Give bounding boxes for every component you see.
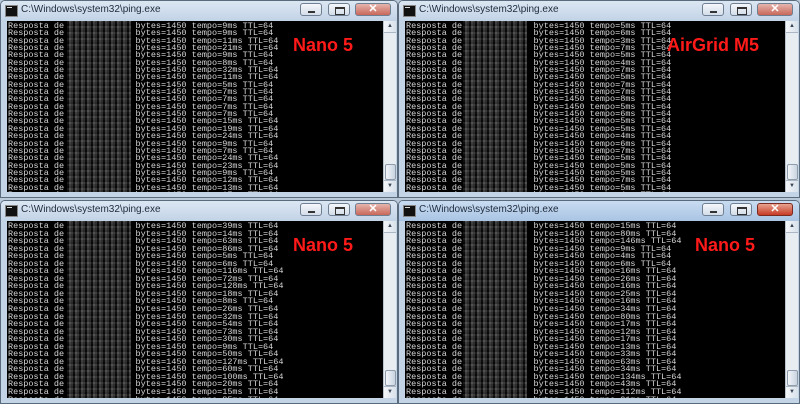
window-title: C:\Windows\system32\ping.exe (419, 204, 559, 215)
window-title: C:\Windows\system32\ping.exe (21, 204, 161, 215)
scrollbar-thumb[interactable] (787, 370, 798, 386)
window-titlebar[interactable]: C:\Windows\system32\ping.exe ✕ (1, 201, 397, 221)
console-icon (403, 205, 416, 217)
close-button[interactable]: ✕ (355, 3, 391, 16)
scrollbar-thumb[interactable] (787, 164, 798, 180)
minimize-button[interactable] (702, 3, 725, 16)
ping-window[interactable]: C:\Windows\system32\ping.exe ✕ Resposta … (0, 0, 398, 198)
close-icon: ✕ (770, 203, 780, 215)
close-icon: ✕ (368, 203, 378, 215)
vertical-scrollbar[interactable]: ▲ ▼ (785, 221, 798, 398)
maximize-button[interactable] (327, 3, 350, 16)
console-output[interactable]: Resposta de bytes=1450 tempo=9ms TTL=64 … (7, 21, 383, 192)
device-label: AirGrid M5 (666, 35, 759, 55)
scrollbar-thumb[interactable] (385, 164, 396, 180)
window-controls: ✕ (701, 203, 793, 218)
window-titlebar[interactable]: C:\Windows\system32\ping.exe ✕ (1, 1, 397, 21)
maximize-button[interactable] (729, 3, 752, 16)
scroll-down-arrow-icon[interactable]: ▼ (384, 386, 396, 398)
scroll-up-arrow-icon[interactable]: ▲ (786, 21, 798, 33)
window-titlebar[interactable]: C:\Windows\system32\ping.exe ✕ (399, 201, 799, 221)
redacted-ip-mask (463, 221, 527, 398)
maximize-icon (736, 207, 747, 215)
console-output[interactable]: Resposta de bytes=1450 tempo=5ms TTL=64 … (405, 21, 785, 192)
close-icon: ✕ (368, 3, 378, 15)
close-icon: ✕ (770, 3, 780, 15)
device-label: Nano 5 (292, 35, 353, 55)
device-label: Nano 5 (292, 235, 353, 255)
scroll-down-arrow-icon[interactable]: ▼ (384, 180, 396, 192)
scroll-up-arrow-icon[interactable]: ▲ (384, 221, 396, 233)
maximize-button[interactable] (729, 203, 752, 216)
scroll-down-arrow-icon[interactable]: ▼ (786, 180, 798, 192)
maximize-icon (334, 7, 345, 15)
minimize-button[interactable] (300, 3, 323, 16)
vertical-scrollbar[interactable]: ▲ ▼ (383, 221, 396, 398)
minimize-button[interactable] (702, 203, 725, 216)
scroll-down-arrow-icon[interactable]: ▼ (786, 386, 798, 398)
close-button[interactable]: ✕ (355, 203, 391, 216)
redacted-ip-mask (67, 21, 131, 192)
scroll-up-arrow-icon[interactable]: ▲ (384, 21, 396, 33)
redacted-ip-mask (67, 221, 131, 398)
ping-window[interactable]: C:\Windows\system32\ping.exe ✕ Resposta … (398, 0, 800, 198)
console-output[interactable]: Resposta de bytes=1450 tempo=15ms TTL=64… (405, 221, 785, 398)
maximize-icon (736, 7, 747, 15)
close-button[interactable]: ✕ (757, 203, 793, 216)
vertical-scrollbar[interactable]: ▲ ▼ (383, 21, 396, 192)
console-icon (403, 5, 416, 17)
console-icon (5, 205, 18, 217)
ping-window[interactable]: C:\Windows\system32\ping.exe ✕ Resposta … (0, 200, 398, 404)
console-output[interactable]: Resposta de bytes=1450 tempo=39ms TTL=64… (7, 221, 383, 398)
maximize-button[interactable] (327, 203, 350, 216)
maximize-icon (334, 207, 345, 215)
minimize-button[interactable] (300, 203, 323, 216)
scroll-up-arrow-icon[interactable]: ▲ (786, 221, 798, 233)
console-icon (5, 5, 18, 17)
redacted-ip-mask (463, 21, 527, 192)
minimize-icon (308, 211, 316, 213)
window-title: C:\Windows\system32\ping.exe (21, 4, 161, 15)
minimize-icon (710, 211, 718, 213)
minimize-icon (308, 11, 316, 13)
window-titlebar[interactable]: C:\Windows\system32\ping.exe ✕ (399, 1, 799, 21)
window-controls: ✕ (701, 3, 793, 18)
vertical-scrollbar[interactable]: ▲ ▼ (785, 21, 798, 192)
close-button[interactable]: ✕ (757, 3, 793, 16)
window-title: C:\Windows\system32\ping.exe (419, 4, 559, 15)
window-controls: ✕ (299, 203, 391, 218)
window-controls: ✕ (299, 3, 391, 18)
minimize-icon (710, 11, 718, 13)
device-label: Nano 5 (694, 235, 755, 255)
scrollbar-thumb[interactable] (385, 370, 396, 386)
ping-window-active[interactable]: C:\Windows\system32\ping.exe ✕ Resposta … (398, 200, 800, 404)
